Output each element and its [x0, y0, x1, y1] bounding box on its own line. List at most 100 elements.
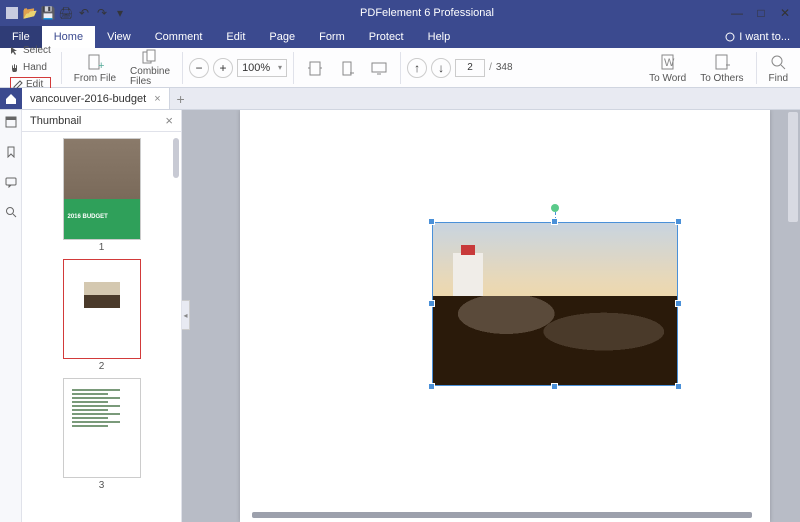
- horizontal-scrollbar[interactable]: [252, 512, 752, 518]
- document-canvas[interactable]: ◂: [182, 110, 800, 522]
- prev-page-button[interactable]: ↑: [407, 58, 427, 78]
- resize-handle-e[interactable]: [675, 300, 682, 307]
- vertical-scrollbar[interactable]: [788, 112, 798, 222]
- select-mode[interactable]: Select: [10, 43, 51, 59]
- thumbnail-2[interactable]: 2: [63, 259, 141, 372]
- zoom-group: − + 100%▾: [189, 58, 287, 78]
- doc-tab[interactable]: vancouver-2016-budget ×: [22, 88, 170, 109]
- chevron-down-icon: ▾: [278, 63, 282, 72]
- thumb-num: 1: [99, 242, 105, 253]
- document-tabs: vancouver-2016-budget × +: [0, 88, 800, 110]
- page-total: 348: [496, 62, 513, 73]
- resize-handle-sw[interactable]: [428, 383, 435, 390]
- menu-bar: File Home View Comment Edit Page Form Pr…: [0, 26, 800, 48]
- redo-icon[interactable]: ↷: [94, 5, 110, 21]
- quick-access-toolbar: 📂 💾 🖨 ↶ ↷ ▾: [4, 5, 128, 21]
- home-icon: [5, 93, 17, 105]
- zoom-value[interactable]: 100%▾: [237, 59, 287, 77]
- rocks-graphic: [433, 296, 677, 385]
- cursor-icon: [10, 46, 20, 56]
- fit-page-button[interactable]: [300, 50, 330, 86]
- bookmarks-icon[interactable]: [3, 144, 19, 160]
- from-file-button[interactable]: + From File: [68, 50, 122, 86]
- thumbnail-title: Thumbnail: [30, 115, 81, 127]
- hand-icon: [10, 63, 20, 73]
- next-page-button[interactable]: ↓: [431, 58, 451, 78]
- resize-handle-ne[interactable]: [675, 218, 682, 225]
- home-tab[interactable]: [0, 88, 22, 109]
- minimize-button[interactable]: —: [726, 4, 748, 22]
- title-bar: 📂 💾 🖨 ↶ ↷ ▾ PDFelement 6 Professional — …: [0, 0, 800, 26]
- file-plus-icon: +: [86, 53, 104, 71]
- zoom-out-button[interactable]: −: [189, 58, 209, 78]
- resize-handle-se[interactable]: [675, 383, 682, 390]
- selected-image[interactable]: [432, 222, 678, 386]
- combine-icon: [141, 48, 159, 66]
- fit-width-icon: [338, 59, 356, 77]
- find-button[interactable]: Find: [763, 50, 794, 86]
- search-icon: [769, 53, 787, 71]
- app-title: PDFelement 6 Professional: [128, 7, 726, 19]
- sidebar: [0, 110, 22, 522]
- thumbnail-scrollbar[interactable]: [173, 138, 179, 178]
- collapse-panel-button[interactable]: ◂: [182, 300, 190, 330]
- svg-text:W: W: [664, 57, 675, 69]
- close-button[interactable]: ✕: [774, 4, 796, 22]
- print-icon[interactable]: 🖨: [58, 5, 74, 21]
- add-tab-button[interactable]: +: [170, 88, 192, 109]
- svg-text:+: +: [98, 60, 104, 71]
- mode-group: Select Hand Edit: [6, 43, 55, 93]
- i-want-to[interactable]: I want to...: [715, 26, 800, 48]
- resize-handle-w[interactable]: [428, 300, 435, 307]
- menu-page[interactable]: Page: [257, 26, 307, 48]
- thumbnail-list: 2016 BUDGET 1 2 3: [22, 132, 181, 522]
- fit-page-icon: [306, 59, 324, 77]
- combine-files-button[interactable]: Combine Files: [124, 50, 176, 86]
- thumb-num: 3: [99, 480, 105, 491]
- menu-edit[interactable]: Edit: [214, 26, 257, 48]
- page-number-input[interactable]: 2: [455, 59, 485, 77]
- close-tab-icon[interactable]: ×: [154, 93, 160, 105]
- comments-icon[interactable]: [3, 174, 19, 190]
- menu-help[interactable]: Help: [416, 26, 463, 48]
- open-icon[interactable]: 📂: [22, 5, 38, 21]
- rotate-handle[interactable]: [551, 204, 559, 212]
- zoom-in-button[interactable]: +: [213, 58, 233, 78]
- resize-handle-n[interactable]: [551, 218, 558, 225]
- main-area: Thumbnail × 2016 BUDGET 1 2: [0, 110, 800, 522]
- cover-text: 2016 BUDGET: [68, 214, 108, 220]
- page-sep: /: [489, 62, 492, 73]
- export-icon: [713, 53, 731, 71]
- qat-dropdown-icon[interactable]: ▾: [112, 5, 128, 21]
- fit-width-button[interactable]: [332, 50, 362, 86]
- page-view: [240, 110, 770, 522]
- menu-comment[interactable]: Comment: [143, 26, 215, 48]
- thumbnail-3[interactable]: 3: [63, 378, 141, 491]
- thumbnail-1[interactable]: 2016 BUDGET 1: [63, 138, 141, 253]
- to-others-button[interactable]: To Others: [694, 50, 749, 86]
- page-nav: ↑ ↓ 2 / 348: [407, 58, 512, 78]
- close-panel-icon[interactable]: ×: [165, 113, 173, 128]
- thumb-num: 2: [99, 361, 105, 372]
- ribbon: Select Hand Edit + From File Combine Fil…: [0, 48, 800, 88]
- menu-protect[interactable]: Protect: [357, 26, 416, 48]
- hand-mode[interactable]: Hand: [10, 60, 51, 76]
- undo-icon[interactable]: ↶: [76, 5, 92, 21]
- screen-icon: [370, 59, 388, 77]
- to-word-button[interactable]: W To Word: [643, 50, 692, 86]
- thumbnail-panel: Thumbnail × 2016 BUDGET 1 2: [22, 110, 182, 522]
- image-content: [432, 222, 678, 386]
- menu-view[interactable]: View: [95, 26, 143, 48]
- save-icon[interactable]: 💾: [40, 5, 56, 21]
- resize-handle-s[interactable]: [551, 383, 558, 390]
- resize-handle-nw[interactable]: [428, 218, 435, 225]
- maximize-button[interactable]: □: [750, 4, 772, 22]
- thumbnails-icon[interactable]: [3, 114, 19, 130]
- search-panel-icon[interactable]: [3, 204, 19, 220]
- thumbnail-header: Thumbnail ×: [22, 110, 181, 132]
- word-icon: W: [659, 53, 677, 71]
- fullscreen-button[interactable]: [364, 50, 394, 86]
- menu-form[interactable]: Form: [307, 26, 357, 48]
- bulb-icon: [725, 32, 735, 42]
- app-logo-icon: [4, 5, 20, 21]
